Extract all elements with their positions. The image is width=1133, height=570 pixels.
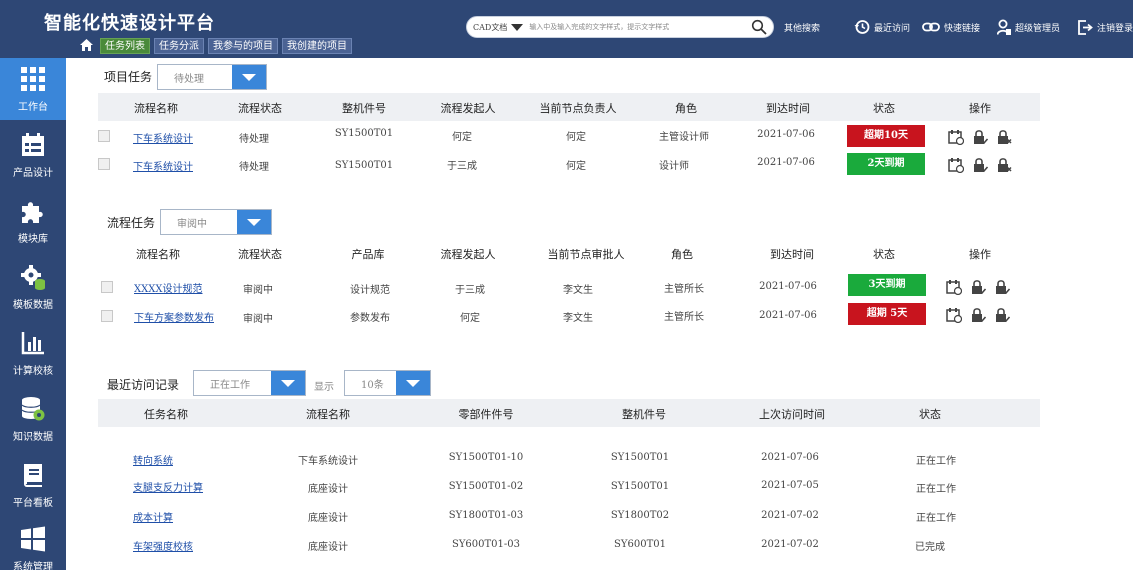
row-actions — [948, 157, 1012, 173]
history-icon — [854, 20, 870, 34]
task-name-link[interactable]: 支腿支反力计算 — [133, 479, 203, 494]
book-icon — [24, 464, 42, 487]
app-title: 智能化快速设计平台 — [44, 13, 215, 34]
table-row: 下车系统设计 待处理 SY1500T01 于三成 何定 设计师 2021-07-… — [98, 152, 1040, 180]
row-checkbox[interactable] — [98, 130, 110, 142]
tab-my-projects[interactable]: 我参与的项目 — [208, 38, 278, 54]
lock-check-icon[interactable] — [970, 307, 986, 323]
sidebar-item-product-design[interactable]: 产品设计 — [0, 124, 66, 186]
row-actions — [948, 129, 1012, 145]
calendar-clock-icon[interactable] — [946, 279, 962, 295]
sidebar: 工作台 产品设计 模块库 模板数据 计算校核 知识数据 平台看板 系统管理 — [0, 58, 66, 570]
task-name-link[interactable]: 成本计算 — [133, 509, 173, 524]
project-tasks-title: 项目任务 — [104, 70, 153, 84]
sidebar-item-template-data[interactable]: 模板数据 — [0, 256, 66, 318]
top-header: 智能化快速设计平台 任务列表 任务分派 我参与的项目 我创建的项目 CAD文档 … — [0, 0, 1133, 58]
user-icon — [997, 19, 1011, 35]
calendar-clock-icon[interactable] — [946, 307, 962, 323]
task-name-link[interactable]: 转向系统 — [133, 452, 173, 467]
status-badge: 3天到期 — [848, 274, 926, 296]
chevron-down-icon[interactable] — [232, 65, 266, 89]
project-tasks-filter[interactable]: 待处理 — [157, 64, 267, 90]
sidebar-item-calculation-check[interactable]: 计算校核 — [0, 322, 66, 384]
sidebar-item-knowledge-data[interactable]: 知识数据 — [0, 388, 66, 450]
table-row: 转向系统 下车系统设计 SY1500T01-10 SY1500T01 2021-… — [133, 452, 956, 467]
chevron-down-icon[interactable] — [396, 371, 430, 395]
search-input[interactable] — [529, 23, 751, 31]
status-badge: 2天到期 — [847, 153, 925, 175]
tab-task-list[interactable]: 任务列表 — [100, 38, 150, 54]
recent-records-filter[interactable]: 正在工作 — [193, 370, 306, 396]
lock-check-icon[interactable] — [972, 129, 988, 145]
row-actions — [946, 279, 1010, 295]
puzzle-icon — [22, 202, 43, 223]
quick-link[interactable]: 快速链接 — [922, 16, 980, 38]
search-icon[interactable] — [751, 19, 767, 35]
other-search-link[interactable]: 其他搜索 — [784, 16, 820, 38]
table-row: XXXX设计规范 审阅中 设计规范 于三成 李文生 主管所长 2021-07-0… — [98, 274, 1040, 302]
user-menu[interactable]: 超级管理员 — [997, 16, 1060, 38]
recent-visit-link[interactable]: 最近访问 — [854, 16, 910, 38]
gear-database-icon — [21, 265, 45, 290]
search-type-select[interactable]: CAD文档 — [473, 22, 507, 33]
sidebar-item-workbench[interactable]: 工作台 — [0, 58, 66, 120]
show-label: 显示 — [314, 382, 334, 393]
chevron-down-icon[interactable] — [511, 23, 524, 31]
logout-icon — [1078, 19, 1093, 35]
flow-name-link[interactable]: XXXX设计规范 — [134, 280, 202, 295]
flow-tasks-header: 流程名称 流程状态 产品库 流程发起人 当前节点审批人 角色 到达时间 状态 操… — [98, 239, 1040, 267]
table-row: 车架强度校核 底座设计 SY600T01-03 SY600T01 2021-07… — [133, 538, 945, 553]
flow-name-link[interactable]: 下车系统设计 — [133, 130, 193, 145]
project-tasks-header: 流程名称 流程状态 整机件号 流程发起人 当前节点负责人 角色 到达时间 状态 … — [98, 93, 1040, 121]
sidebar-item-platform-board[interactable]: 平台看板 — [0, 454, 66, 516]
recent-records-header: 任务名称 流程名称 零部件件号 整机件号 上次访问时间 状态 — [98, 399, 1040, 427]
database-gear-icon — [21, 397, 45, 421]
row-checkbox[interactable] — [98, 158, 110, 170]
search-bar: CAD文档 — [466, 16, 774, 38]
flow-name-link[interactable]: 下车系统设计 — [133, 158, 193, 173]
lock-delete-icon[interactable] — [996, 129, 1012, 145]
bar-chart-icon — [21, 332, 44, 355]
tab-created-projects[interactable]: 我创建的项目 — [282, 38, 352, 54]
status-badge: 超期10天 — [847, 125, 925, 147]
row-actions — [946, 307, 1010, 323]
chevron-down-icon[interactable] — [271, 371, 305, 395]
flow-tasks-title: 流程任务 — [107, 216, 156, 230]
status-badge: 超期 5天 — [848, 303, 926, 325]
lock-approve-icon[interactable] — [994, 279, 1010, 295]
lock-approve-icon[interactable] — [994, 307, 1010, 323]
lock-check-icon[interactable] — [970, 279, 986, 295]
sidebar-item-module-library[interactable]: 模块库 — [0, 190, 66, 252]
lock-check-icon[interactable] — [972, 157, 988, 173]
link-icon — [922, 22, 940, 32]
tab-task-assign[interactable]: 任务分派 — [154, 38, 204, 54]
chevron-down-icon[interactable] — [237, 210, 271, 234]
home-icon[interactable] — [80, 39, 93, 51]
table-row: 下车方案参数发布 审阅中 参数发布 何定 李文生 主管所长 2021-07-06… — [98, 303, 1040, 331]
calendar-clock-icon[interactable] — [948, 129, 964, 145]
calendar-icon — [22, 133, 44, 156]
logout-link[interactable]: 注销登录 — [1078, 16, 1133, 38]
page-size-select[interactable]: 10条 — [344, 370, 431, 396]
flow-tasks-filter[interactable]: 审阅中 — [160, 209, 272, 235]
recent-records-title: 最近访问记录 — [107, 378, 180, 392]
flow-name-link[interactable]: 下车方案参数发布 — [134, 309, 214, 324]
calendar-clock-icon[interactable] — [948, 157, 964, 173]
grid-icon — [21, 67, 45, 91]
table-row: 支腿支反力计算 底座设计 SY1500T01-02 SY1500T01 2021… — [133, 479, 956, 495]
sidebar-item-system-admin[interactable]: 系统管理 — [0, 518, 66, 570]
windows-icon — [21, 526, 45, 552]
top-tabs: 任务列表 任务分派 我参与的项目 我创建的项目 — [100, 38, 352, 54]
task-name-link[interactable]: 车架强度校核 — [133, 538, 193, 553]
table-row: 下车系统设计 待处理 SY1500T01 何定 何定 主管设计师 2021-07… — [98, 123, 1040, 151]
lock-delete-icon[interactable] — [996, 157, 1012, 173]
table-row: 成本计算 底座设计 SY1800T01-03 SY1800T02 2021-07… — [133, 509, 956, 524]
row-checkbox[interactable] — [101, 281, 113, 293]
row-checkbox[interactable] — [101, 310, 113, 322]
